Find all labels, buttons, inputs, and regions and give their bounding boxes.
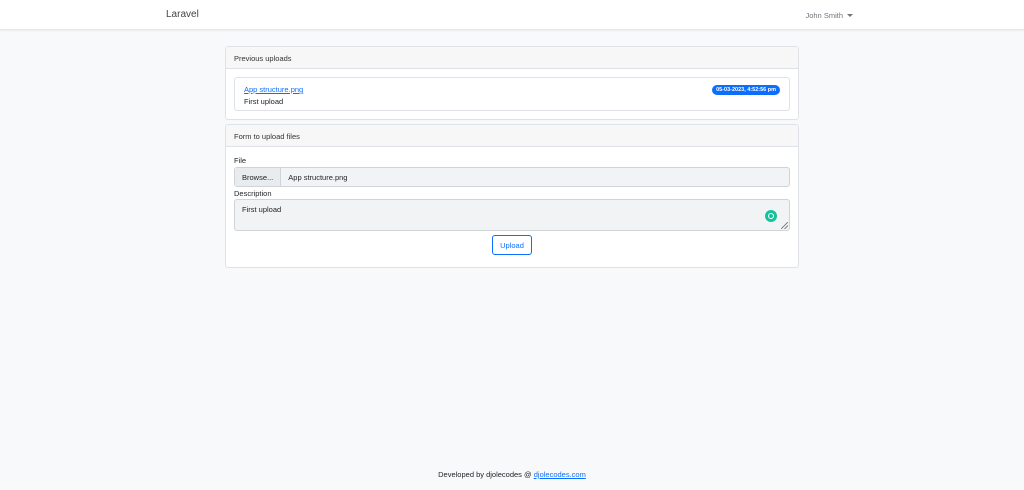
- footer-link[interactable]: djolecodes.com: [534, 470, 586, 479]
- browse-button[interactable]: Browse...: [235, 168, 282, 186]
- upload-list-item: App structure.png First upload 05-03-202…: [234, 77, 790, 111]
- upload-form-header: Form to upload files: [226, 125, 798, 147]
- selected-file-name: App structure.png: [288, 172, 348, 182]
- caret-down-icon: [847, 14, 853, 17]
- description-textarea[interactable]: First upload: [234, 199, 790, 231]
- navbar: Laravel John Smith: [0, 0, 1024, 30]
- previous-uploads-header: Previous uploads: [226, 47, 798, 69]
- file-label: File: [234, 156, 247, 165]
- upload-button[interactable]: Upload: [492, 235, 532, 255]
- upload-description: First upload: [244, 97, 284, 106]
- upload-form-card: Form to upload files File Browse... App …: [225, 124, 799, 268]
- previous-uploads-card: Previous uploads App structure.png First…: [225, 46, 799, 120]
- upload-file-link[interactable]: App structure.png: [244, 85, 303, 94]
- resize-handle-icon[interactable]: [781, 222, 788, 229]
- user-menu-dropdown[interactable]: John Smith: [805, 11, 853, 20]
- description-value: First upload: [242, 205, 282, 214]
- file-input[interactable]: Browse... App structure.png: [234, 167, 790, 187]
- upload-timestamp-badge: 05-03-2023, 4:52:56 pm: [712, 85, 780, 95]
- footer: Developed by djolecodes @ djolecodes.com: [0, 470, 1024, 479]
- description-label: Description: [234, 189, 272, 198]
- user-name: John Smith: [805, 11, 843, 20]
- navbar-brand[interactable]: Laravel: [166, 9, 199, 20]
- footer-text: Developed by djolecodes @: [438, 470, 532, 479]
- grammar-assistant-icon[interactable]: [765, 210, 777, 222]
